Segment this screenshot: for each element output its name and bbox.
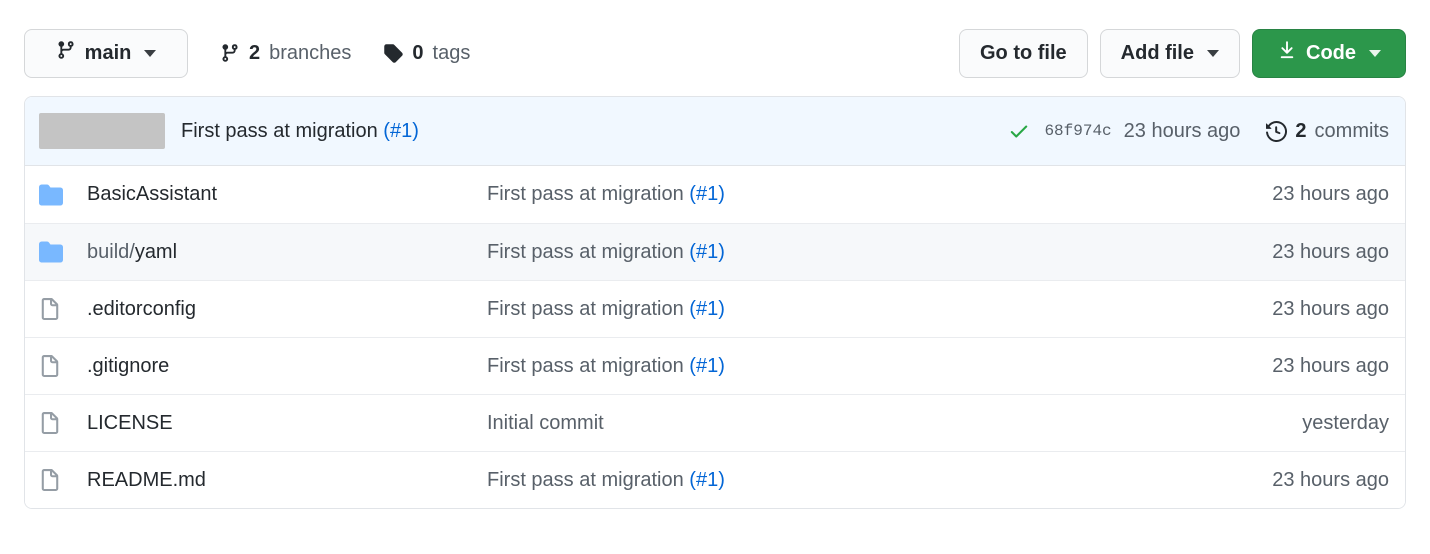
branch-name-label: main	[84, 41, 132, 64]
add-file-button[interactable]: Add file	[1099, 28, 1240, 78]
row-commit-message[interactable]: First pass at migration (#1)	[487, 241, 1204, 264]
row-age: yesterday	[1302, 411, 1389, 434]
commits-count-link[interactable]: 2 commits	[1266, 120, 1389, 143]
tags-label: tags	[432, 41, 471, 64]
author-redacted-block	[39, 113, 165, 149]
repository-file-browser: main 2 branches 0 tags Go to file Add fi…	[0, 0, 1430, 554]
latest-commit-message-text: First pass at migration	[181, 119, 378, 142]
row-icon-cell	[39, 298, 87, 320]
check-icon[interactable]	[1008, 120, 1030, 142]
file-icon	[39, 298, 61, 320]
code-button[interactable]: Code	[1252, 28, 1406, 78]
row-icon-cell	[39, 183, 87, 207]
chevron-down-icon	[1207, 49, 1219, 57]
tags-link[interactable]: 0 tags	[383, 42, 470, 65]
row-issue-link[interactable]: (#1)	[689, 298, 725, 320]
file-icon	[39, 469, 61, 491]
row-age: 23 hours ago	[1272, 240, 1389, 263]
row-name[interactable]: build/yaml	[87, 241, 487, 264]
git-branch-icon	[220, 43, 240, 63]
chevron-down-icon	[1369, 49, 1381, 57]
row-icon-cell	[39, 240, 87, 264]
branches-count: 2	[249, 41, 261, 64]
row-name[interactable]: LICENSE	[87, 412, 487, 435]
download-icon	[1277, 40, 1297, 66]
branches-link[interactable]: 2 branches	[220, 42, 351, 65]
row-age: 23 hours ago	[1272, 354, 1389, 377]
row-age: 23 hours ago	[1272, 297, 1389, 320]
file-row-list: BasicAssistant First pass at migration (#…	[25, 166, 1405, 508]
row-issue-link[interactable]: (#1)	[689, 183, 725, 205]
row-name[interactable]: BasicAssistant	[87, 183, 487, 206]
row-commit-message[interactable]: Initial commit	[487, 412, 1204, 435]
go-to-file-button[interactable]: Go to file	[958, 28, 1088, 78]
branch-selector-button[interactable]: main	[24, 28, 188, 78]
row-issue-link[interactable]: (#1)	[689, 355, 725, 377]
code-label: Code	[1306, 41, 1356, 64]
latest-commit-age: 23 hours ago	[1123, 119, 1241, 142]
go-to-file-label: Go to file	[979, 41, 1067, 64]
latest-commit-issue-link[interactable]: (#1)	[383, 120, 419, 142]
row-name[interactable]: .editorconfig	[87, 298, 487, 321]
latest-commit-bar: First pass at migration (#1) 68f974c 23 …	[25, 97, 1405, 166]
chevron-down-icon	[144, 49, 157, 57]
row-icon-cell	[39, 469, 87, 491]
toolbar-left-group: main 2 branches 0 tags	[24, 28, 470, 78]
add-file-label: Add file	[1120, 41, 1194, 64]
row-issue-link[interactable]: (#1)	[689, 241, 725, 263]
toolbar-right-group: Go to file Add file Code	[958, 28, 1406, 78]
row-age: 23 hours ago	[1272, 468, 1389, 491]
row-icon-cell	[39, 412, 87, 434]
row-age: 23 hours ago	[1272, 183, 1389, 205]
row-icon-cell	[39, 355, 87, 377]
commits-count-number: 2	[1295, 119, 1307, 142]
row-commit-message[interactable]: First pass at migration (#1)	[487, 183, 1204, 206]
table-row[interactable]: build/yaml First pass at migration (#1) 23…	[25, 223, 1405, 280]
commit-sha[interactable]: 68f974c	[1044, 122, 1111, 140]
tags-count: 0	[412, 41, 424, 64]
file-table: First pass at migration (#1) 68f974c 23 …	[24, 96, 1406, 509]
row-issue-link[interactable]: (#1)	[689, 469, 725, 491]
branches-label: branches	[269, 41, 352, 64]
latest-commit-message[interactable]: First pass at migration (#1)	[181, 120, 419, 143]
file-icon	[39, 412, 61, 434]
file-icon	[39, 355, 61, 377]
table-row[interactable]: .gitignore First pass at migration (#1) 23…	[25, 337, 1405, 394]
folder-icon	[39, 183, 63, 207]
folder-icon	[39, 240, 63, 264]
row-name[interactable]: .gitignore	[87, 355, 487, 378]
table-row[interactable]: BasicAssistant First pass at migration (#…	[25, 166, 1405, 223]
row-name[interactable]: README.md	[87, 469, 487, 492]
row-commit-message[interactable]: First pass at migration (#1)	[487, 355, 1204, 378]
table-row[interactable]: README.md First pass at migration (#1) 23 …	[25, 451, 1405, 508]
repo-toolbar: main 2 branches 0 tags Go to file Add fi…	[24, 0, 1406, 96]
latest-commit-meta: 68f974c 23 hours ago 2 commits	[1008, 120, 1389, 143]
history-icon	[1266, 120, 1288, 142]
tag-icon	[383, 43, 404, 63]
git-branch-icon	[56, 40, 76, 66]
commits-count-label: commits	[1314, 119, 1389, 142]
table-row[interactable]: LICENSE Initial commit yesterday	[25, 394, 1405, 451]
row-commit-message[interactable]: First pass at migration (#1)	[487, 298, 1204, 321]
row-commit-message[interactable]: First pass at migration (#1)	[487, 469, 1204, 492]
table-row[interactable]: .editorconfig First pass at migration (#1…	[25, 280, 1405, 337]
